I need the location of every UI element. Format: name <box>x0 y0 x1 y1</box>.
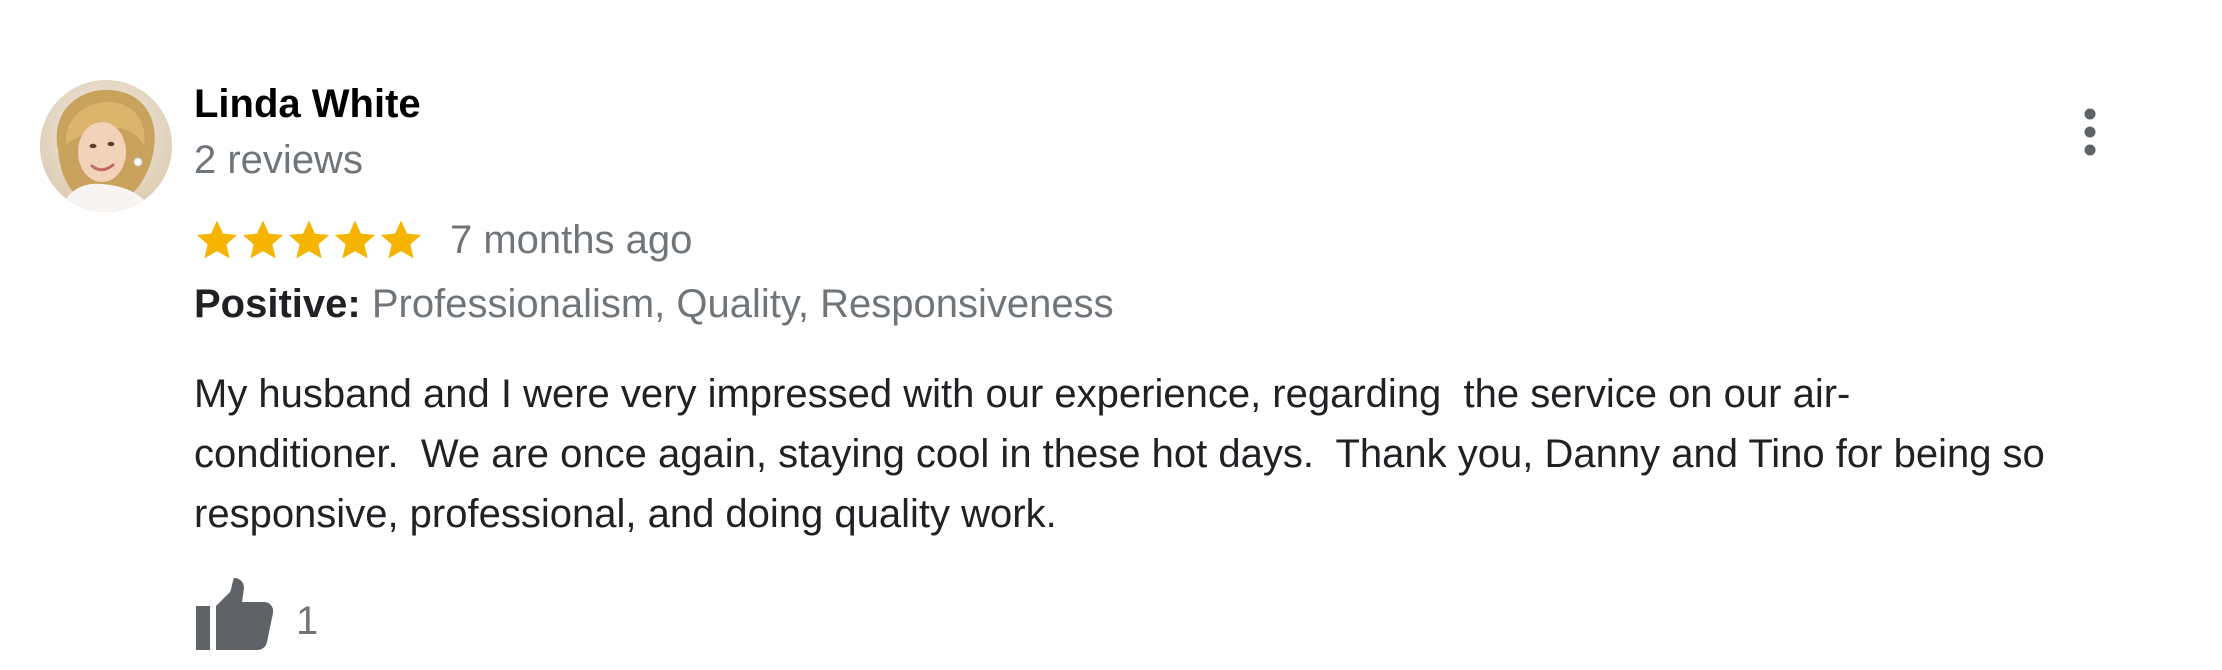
star-icon <box>194 217 240 263</box>
review-time: 7 months ago <box>450 218 693 262</box>
thumbs-up-icon <box>196 578 274 650</box>
review-card: Linda White 2 reviews 7 months ago Posit… <box>0 0 2222 670</box>
star-icon <box>332 217 378 263</box>
avatar-photo <box>40 80 172 212</box>
star-rating <box>194 212 424 268</box>
review-text: My husband and I were very impressed wit… <box>194 364 2194 544</box>
review-text-line: My husband and I were very impressed wit… <box>194 372 1851 416</box>
rating-row: 7 months ago <box>194 212 692 268</box>
reviewer-review-count[interactable]: 2 reviews <box>194 136 363 184</box>
like-button[interactable] <box>194 576 274 652</box>
star-icon <box>240 217 286 263</box>
star-icon <box>286 217 332 263</box>
positive-label: Positive: <box>194 282 361 326</box>
positive-values: Professionalism, Quality, Responsiveness <box>371 282 1114 326</box>
more-options-button[interactable] <box>2062 104 2118 160</box>
reviewer-avatar[interactable] <box>40 80 172 212</box>
star-icon <box>378 217 424 263</box>
like-row: 1 <box>194 576 318 652</box>
review-text-line: responsive, professional, and doing qual… <box>194 492 1057 536</box>
like-count: 1 <box>296 599 319 643</box>
review-text-line: conditioner. We are once again, staying … <box>194 432 2045 476</box>
positive-attributes: Positive: Professionalism, Quality, Resp… <box>194 276 1114 332</box>
reviewer-name[interactable]: Linda White <box>194 80 421 128</box>
more-vert-icon <box>2084 108 2096 156</box>
